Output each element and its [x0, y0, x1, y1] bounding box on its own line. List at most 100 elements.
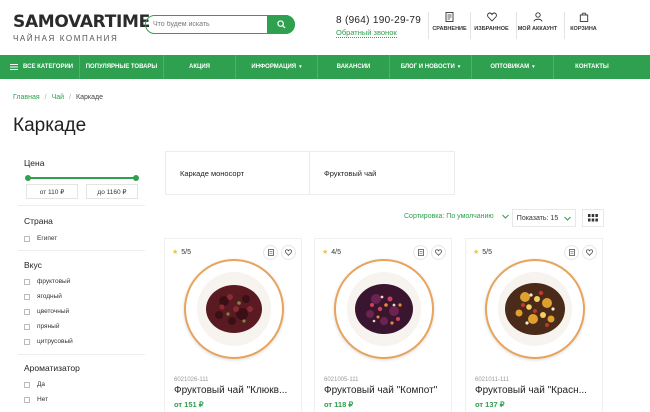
filter-option[interactable]: Да — [24, 381, 45, 388]
product-image[interactable] — [334, 259, 434, 359]
checkbox[interactable] — [24, 396, 30, 403]
phone-number[interactable]: 8 (964) 190-29-79 — [336, 15, 421, 26]
checkbox[interactable] — [24, 323, 30, 330]
product-price: от 137 ₽ — [475, 400, 505, 409]
checkbox[interactable] — [24, 308, 30, 315]
page-size-dropdown[interactable]: Показать: 15 — [512, 209, 576, 227]
nav-info[interactable]: ИНФОРМАЦИЯ ▾ — [236, 55, 318, 79]
filter-option[interactable]: ягодный — [24, 293, 62, 300]
favorite-button[interactable] — [281, 245, 296, 260]
checkbox[interactable] — [24, 293, 30, 300]
callback-link[interactable]: Обратный звонок — [336, 28, 397, 38]
filter-flavor-title: Ароматизатор — [24, 363, 80, 373]
product-card[interactable]: ★ 5/5 6021011-111 Фруктовый чай "Красн...… — [465, 238, 603, 412]
star-icon: ★ — [172, 249, 179, 256]
product-image[interactable] — [485, 259, 585, 359]
compare-button[interactable] — [263, 245, 278, 260]
account-label: МОЙ АККАУНТ — [517, 26, 558, 32]
favorite-button[interactable] — [431, 245, 446, 260]
favorites-label: ИЗБРАННОЕ — [474, 26, 509, 32]
product-price: от 118 ₽ — [324, 400, 354, 409]
logo-tagline: ЧАЙНАЯ КОМПАНИЯ — [13, 34, 119, 43]
filter-option[interactable]: Нет — [24, 396, 48, 403]
checkbox[interactable] — [24, 235, 30, 242]
logo-name: SAMOVARTIME — [13, 12, 150, 32]
filter-country-title: Страна — [24, 216, 53, 226]
nav-wholesale[interactable]: ОПТОВИКАМ ▾ — [472, 55, 554, 79]
price-from-field[interactable]: от 110 ₽ — [26, 184, 78, 199]
divider — [18, 205, 145, 206]
product-card[interactable]: ★ 4/5 6021005-111 Фруктовый чай "Компот" … — [314, 238, 452, 412]
product-image[interactable] — [184, 259, 284, 359]
grid-icon — [588, 214, 598, 222]
bag-icon — [579, 12, 588, 22]
compare-icon — [568, 249, 575, 256]
nav-all-categories[interactable]: ВСЕ КАТЕГОРИИ — [0, 55, 80, 79]
product-sku: 6021026-111 — [174, 377, 209, 383]
favorites-button[interactable]: ИЗБРАННОЕ — [470, 12, 512, 39]
divider — [18, 250, 145, 251]
search-input[interactable] — [153, 18, 268, 31]
subcategory-fruit-tea[interactable]: Фруктовый чай — [310, 152, 454, 194]
checkbox[interactable] — [24, 381, 30, 388]
product-sku: 6021005-111 — [324, 377, 359, 383]
compare-button[interactable] — [564, 245, 579, 260]
heart-icon — [435, 249, 442, 256]
subcategory-tiles: Каркаде моносорт Фруктовый чай — [165, 151, 455, 195]
compare-icon — [267, 249, 274, 256]
tea-leaves-image — [347, 272, 421, 346]
cart-label: КОРЗИНА — [570, 26, 597, 32]
user-icon — [533, 12, 542, 22]
product-name[interactable]: Фруктовый чай "Клюкв... — [174, 385, 302, 396]
breadcrumb: Главная / Чай / Каркаде — [13, 94, 103, 101]
filter-taste-title: Вкус — [24, 260, 42, 270]
filter-option[interactable]: Египет — [24, 235, 57, 242]
rating: ★ 5/5 — [172, 248, 192, 257]
breadcrumb-current: Каркаде — [76, 94, 103, 101]
logo[interactable]: SAMOVARTIME ЧАЙНАЯ КОМПАНИЯ — [13, 13, 150, 43]
star-icon: ★ — [322, 249, 329, 256]
price-range-slider[interactable] — [25, 175, 139, 181]
filter-option[interactable]: цветочный — [24, 308, 69, 315]
price-min-handle[interactable] — [25, 175, 31, 181]
chevron-down-icon: ▾ — [532, 64, 535, 70]
sort-dropdown[interactable]: Сортировка: По умолчанию — [404, 213, 509, 220]
grid-view-button[interactable] — [582, 209, 604, 227]
nav-sale[interactable]: АКЦИЯ — [164, 55, 236, 79]
favorite-button[interactable] — [582, 245, 597, 260]
account-button[interactable]: МОЙ АККАУНТ — [516, 12, 558, 39]
subcategory-hibiscus-mono[interactable]: Каркаде моносорт — [166, 152, 310, 194]
compare-button[interactable]: СРАВНЕНИЕ — [428, 12, 470, 39]
filter-price-title: Цена — [24, 158, 45, 168]
heart-icon — [285, 249, 292, 256]
checkbox[interactable] — [24, 338, 30, 345]
price-max-handle[interactable] — [133, 175, 139, 181]
filter-option[interactable]: пряный — [24, 323, 59, 330]
nav-popular[interactable]: ПОПУЛЯРНЫЕ ТОВАРЫ — [80, 55, 164, 79]
product-price: от 151 ₽ — [174, 400, 204, 409]
heart-icon — [586, 249, 593, 256]
search-button[interactable] — [267, 15, 295, 34]
filter-option[interactable]: цитрусовый — [24, 338, 73, 345]
breadcrumb-section[interactable]: Чай — [52, 94, 64, 101]
nav-blog[interactable]: БЛОГ И НОВОСТИ ▾ — [390, 55, 472, 79]
nav-contacts[interactable]: КОНТАКТЫ — [554, 55, 630, 79]
compare-icon — [445, 12, 454, 22]
checkbox[interactable] — [24, 278, 30, 285]
compare-icon — [417, 249, 424, 256]
heart-icon — [486, 12, 497, 22]
price-to-field[interactable]: до 1160 ₽ — [86, 184, 138, 199]
tea-leaves-image — [498, 272, 572, 346]
product-name[interactable]: Фруктовый чай "Компот" — [324, 385, 452, 396]
product-sku: 6021011-111 — [475, 377, 510, 383]
product-card[interactable]: ★ 5/5 6021026-111 Фруктовый чай "Клюкв...… — [164, 238, 302, 412]
breadcrumb-home[interactable]: Главная — [13, 94, 40, 101]
cart-button[interactable]: КОРЗИНА — [564, 12, 602, 39]
tea-leaves-image — [197, 272, 271, 346]
compare-label: СРАВНЕНИЕ — [432, 26, 467, 32]
product-name[interactable]: Фруктовый чай "Красн... — [475, 385, 603, 396]
nav-vacancies[interactable]: ВАКАНСИИ — [318, 55, 390, 79]
compare-button[interactable] — [413, 245, 428, 260]
filter-option[interactable]: фруктовый — [24, 278, 70, 285]
rating: ★ 4/5 — [322, 248, 342, 257]
